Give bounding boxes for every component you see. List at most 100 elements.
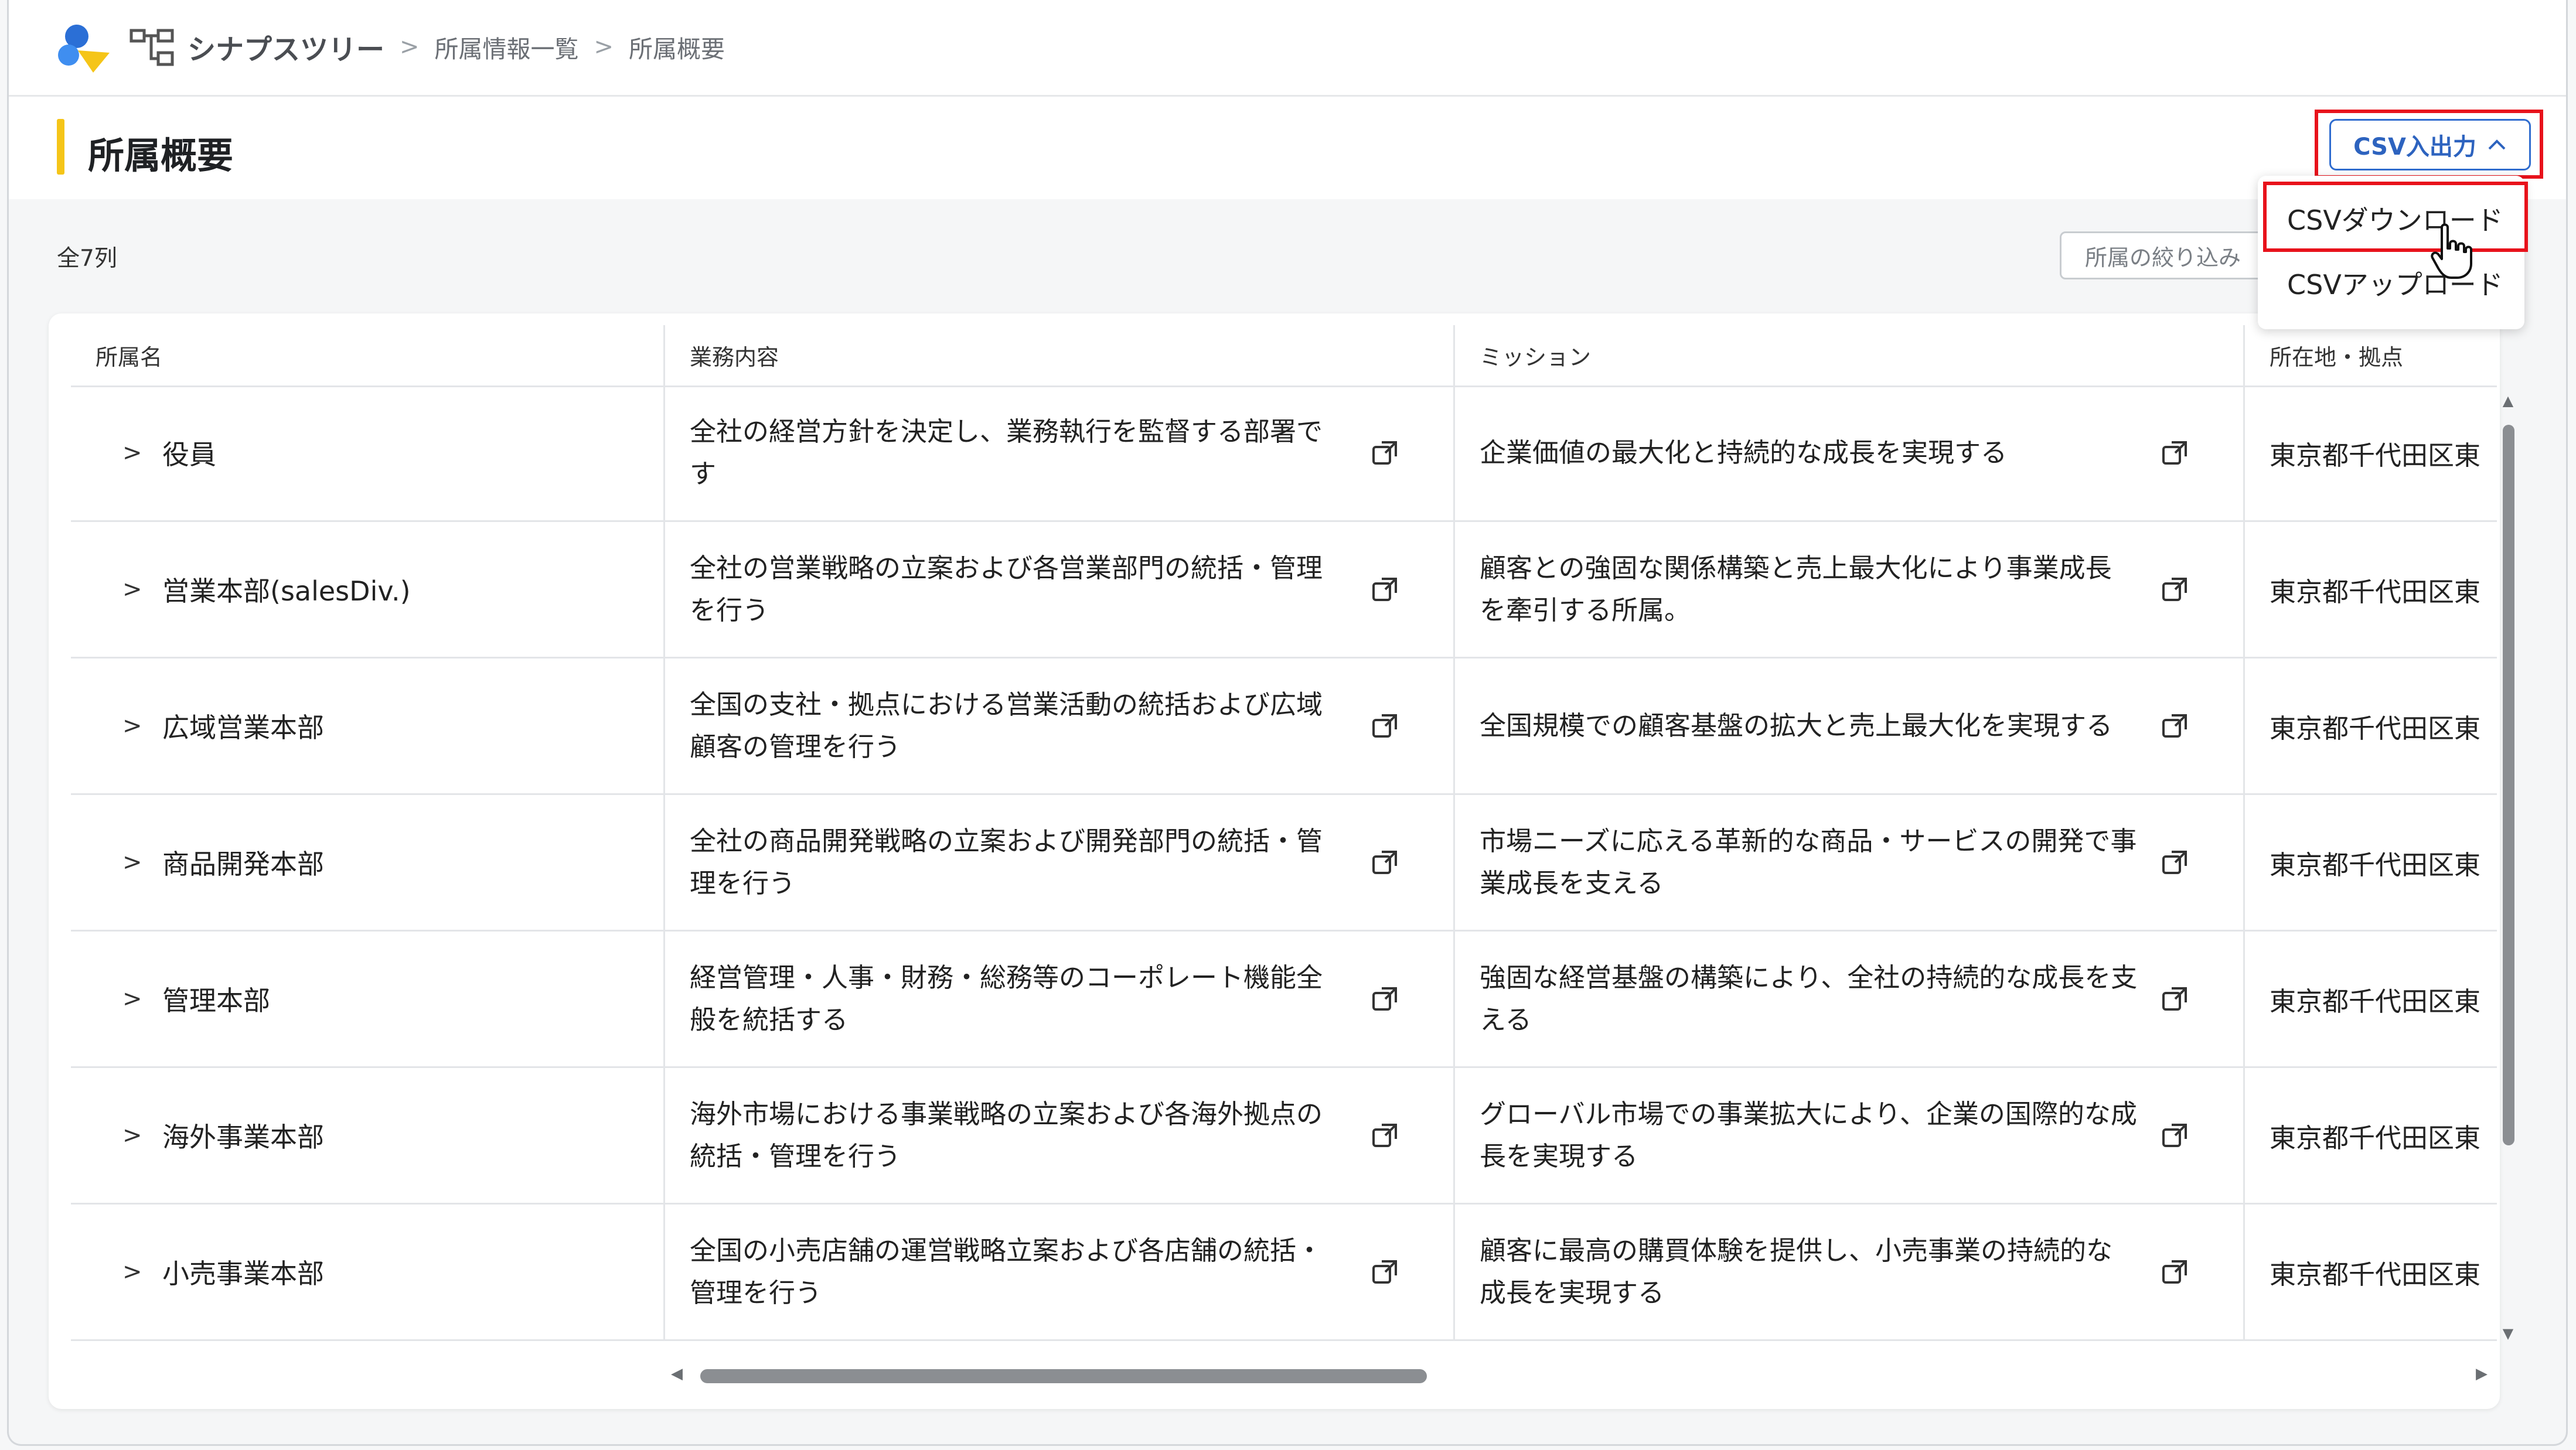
chevron-right-icon[interactable]: > bbox=[122, 849, 142, 876]
top-bar: シナプスツリー > 所属情報一覧 > 所属概要 bbox=[9, 0, 2566, 97]
department-name[interactable]: 役員 bbox=[162, 434, 216, 472]
open-external-icon[interactable] bbox=[1370, 1257, 1401, 1287]
cell-business: 経営管理・人事・財務・総務等のコーポレート機能全般を統括する bbox=[665, 932, 1455, 1066]
horizontal-scroll-thumb[interactable] bbox=[700, 1369, 1427, 1383]
business-text: 全国の支社・拠点における営業活動の統括および広域顧客の管理を行う bbox=[690, 689, 1323, 762]
open-external-icon[interactable] bbox=[1370, 1120, 1401, 1151]
scroll-left-icon[interactable]: ◀ bbox=[671, 1365, 683, 1383]
scroll-down-icon[interactable]: ▼ bbox=[2499, 1325, 2517, 1342]
mission-text: 顧客との強固な関係構築と売上最大化により事業成長を牽引する所属。 bbox=[1480, 552, 2112, 626]
cell-location: 東京都千代田区東 bbox=[2270, 576, 2481, 608]
breadcrumb-app-name[interactable]: シナプスツリー bbox=[188, 26, 384, 67]
cell-location: 東京都千代田区東 bbox=[2270, 985, 2481, 1017]
vertical-scrollbar[interactable]: ▲ ▼ bbox=[2499, 393, 2517, 1342]
page-header: 所属概要 CSV入出力 bbox=[9, 97, 2566, 199]
cell-mission: 強固な経営基盤の構築により、全社の持続的な成長を支える bbox=[1455, 932, 2245, 1066]
open-external-icon[interactable] bbox=[1370, 574, 1401, 605]
table-row[interactable]: > 役員 全社の経営方針を決定し、業務執行を監督する部署です 企業価値の最大化と… bbox=[71, 385, 2497, 522]
cell-business: 全国の小売店舗の運営戦略立案および各店舗の統括・管理を行う bbox=[665, 1205, 1455, 1339]
open-external-icon[interactable] bbox=[2160, 1257, 2190, 1287]
mission-text: 企業価値の最大化と持続的な成長を実現する bbox=[1480, 437, 2008, 468]
scroll-right-icon[interactable]: ▶ bbox=[2476, 1365, 2488, 1383]
total-count: 全7列 bbox=[57, 245, 117, 272]
chevron-right-icon[interactable]: > bbox=[122, 985, 142, 1012]
cell-location: 東京都千代田区東 bbox=[2270, 1122, 2481, 1154]
chevron-right-icon[interactable]: > bbox=[122, 712, 142, 739]
table-row[interactable]: > 小売事業本部 全国の小売店舗の運営戦略立案および各店舗の統括・管理を行う 顧… bbox=[71, 1205, 2497, 1341]
chevron-right-icon[interactable]: > bbox=[122, 1258, 142, 1285]
cell-mission: 顧客に最高の購買体験を提供し、小売事業の持続的な成長を実現する bbox=[1455, 1205, 2245, 1339]
open-external-icon[interactable] bbox=[1370, 438, 1401, 468]
business-text: 全社の経営方針を決定し、業務執行を監督する部署です bbox=[690, 416, 1323, 489]
business-text: 全社の商品開発戦略の立案および開発部門の統括・管理を行う bbox=[690, 825, 1323, 899]
mission-text: 市場ニーズに応える革新的な商品・サービスの開発で事業成長を支える bbox=[1480, 825, 2137, 899]
open-external-icon[interactable] bbox=[1370, 984, 1401, 1014]
cell-name: > 小売事業本部 bbox=[71, 1205, 665, 1339]
column-header-business: 業務内容 bbox=[665, 325, 1455, 385]
cell-mission: 全国規模での顧客基盤の拡大と売上最大化を実現する bbox=[1455, 659, 2245, 793]
cell-business: 全社の商品開発戦略の立案および開発部門の統括・管理を行う bbox=[665, 795, 1455, 930]
highlight-box-csv-button bbox=[2315, 110, 2543, 179]
table-row[interactable]: > 商品開発本部 全社の商品開発戦略の立案および開発部門の統括・管理を行う 市場… bbox=[71, 795, 2497, 932]
open-external-icon[interactable] bbox=[2160, 574, 2190, 605]
business-text: 海外市場における事業戦略の立案および各海外拠点の統括・管理を行う bbox=[690, 1098, 1323, 1172]
cell-mission: 市場ニーズに応える革新的な商品・サービスの開発で事業成長を支える bbox=[1455, 795, 2245, 930]
cell-location: 東京都千代田区東 bbox=[2270, 439, 2481, 471]
open-external-icon[interactable] bbox=[2160, 984, 2190, 1014]
department-name[interactable]: 広域営業本部 bbox=[162, 707, 324, 745]
app-window: シナプスツリー > 所属情報一覧 > 所属概要 所属概要 CSV入出力 全7列 … bbox=[7, 0, 2568, 1446]
open-external-icon[interactable] bbox=[2160, 1120, 2190, 1151]
breadcrumb: シナプスツリー > 所属情報一覧 > 所属概要 bbox=[188, 26, 725, 67]
breadcrumb-item-list[interactable]: 所属情報一覧 bbox=[435, 29, 579, 64]
cell-business: 全国の支社・拠点における営業活動の統括および広域顧客の管理を行う bbox=[665, 659, 1455, 793]
open-external-icon[interactable] bbox=[2160, 438, 2190, 468]
cell-mission: 企業価値の最大化と持続的な成長を実現する bbox=[1455, 385, 2245, 520]
department-name[interactable]: 営業本部(salesDiv.) bbox=[162, 570, 411, 609]
department-name[interactable]: 海外事業本部 bbox=[162, 1116, 324, 1155]
table-row[interactable]: > 管理本部 経営管理・人事・財務・総務等のコーポレート機能全般を統括する 強固… bbox=[71, 932, 2497, 1068]
data-table-card: 所属名 業務内容 ミッション 所在地・拠点 > 役員 全社の経営方針を決定し、業… bbox=[49, 313, 2500, 1409]
mission-text: グローバル市場での事業拡大により、企業の国際的な成長を実現する bbox=[1480, 1098, 2137, 1172]
open-external-icon[interactable] bbox=[2160, 711, 2190, 741]
cell-name: > 管理本部 bbox=[71, 932, 665, 1066]
title-accent-bar bbox=[57, 119, 64, 175]
breadcrumb-separator-icon: > bbox=[594, 33, 614, 60]
business-text: 全国の小売店舗の運営戦略立案および各店舗の統括・管理を行う bbox=[690, 1235, 1323, 1308]
department-name[interactable]: 管理本部 bbox=[162, 980, 270, 1018]
scroll-up-icon[interactable]: ▲ bbox=[2499, 393, 2517, 409]
breadcrumb-item-current: 所属概要 bbox=[629, 35, 725, 63]
vertical-scroll-thumb[interactable] bbox=[2503, 425, 2514, 1145]
chevron-right-icon[interactable]: > bbox=[122, 576, 142, 603]
column-header-name: 所属名 bbox=[71, 325, 665, 385]
cell-location: 東京都千代田区東 bbox=[2270, 1258, 2481, 1290]
page-title: 所属概要 bbox=[88, 134, 234, 177]
highlight-box-csv-download bbox=[2263, 182, 2528, 252]
data-table: 所属名 業務内容 ミッション 所在地・拠点 > 役員 全社の経営方針を決定し、業… bbox=[71, 325, 2497, 1374]
cell-name: > 広域営業本部 bbox=[71, 659, 665, 793]
mission-text: 顧客に最高の購買体験を提供し、小売事業の持続的な成長を実現する bbox=[1480, 1235, 2113, 1308]
open-external-icon[interactable] bbox=[2160, 847, 2190, 878]
cell-name: > 営業本部(salesDiv.) bbox=[71, 522, 665, 657]
breadcrumb-separator-icon: > bbox=[400, 33, 420, 60]
hand-pointer-cursor-icon bbox=[2431, 223, 2472, 279]
app-logo-icon[interactable] bbox=[56, 22, 114, 75]
cell-mission: グローバル市場での事業拡大により、企業の国際的な成長を実現する bbox=[1455, 1068, 2245, 1203]
table-row[interactable]: > 営業本部(salesDiv.) 全社の営業戦略の立案および各営業部門の統括・… bbox=[71, 522, 2497, 659]
cell-business: 全社の経営方針を決定し、業務執行を監督する部署です bbox=[665, 385, 1455, 520]
org-tree-icon bbox=[130, 29, 174, 66]
horizontal-scrollbar[interactable]: ◀ ▶ bbox=[671, 1365, 2488, 1386]
column-header-mission: ミッション bbox=[1455, 325, 2245, 385]
chevron-right-icon[interactable]: > bbox=[122, 1122, 142, 1149]
business-text: 全社の営業戦略の立案および各営業部門の統括・管理を行う bbox=[690, 552, 1323, 626]
table-row[interactable]: > 海外事業本部 海外市場における事業戦略の立案および各海外拠点の統括・管理を行… bbox=[71, 1068, 2497, 1205]
chevron-right-icon[interactable]: > bbox=[122, 439, 142, 466]
mission-text: 全国規模での顧客基盤の拡大と売上最大化を実現する bbox=[1480, 710, 2113, 741]
column-header-location: 所在地・拠点 bbox=[2270, 344, 2404, 370]
table-row[interactable]: > 広域営業本部 全国の支社・拠点における営業活動の統括および広域顧客の管理を行… bbox=[71, 659, 2497, 795]
department-name[interactable]: 小売事業本部 bbox=[162, 1253, 324, 1291]
cell-mission: 顧客との強固な関係構築と売上最大化により事業成長を牽引する所属。 bbox=[1455, 522, 2245, 657]
open-external-icon[interactable] bbox=[1370, 847, 1401, 878]
cell-name: > 役員 bbox=[71, 385, 665, 520]
open-external-icon[interactable] bbox=[1370, 711, 1401, 741]
department-name[interactable]: 商品開発本部 bbox=[162, 843, 324, 882]
